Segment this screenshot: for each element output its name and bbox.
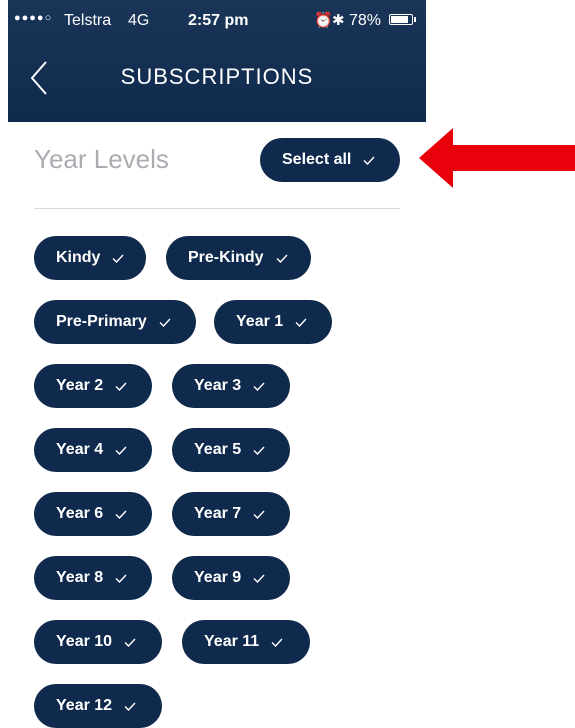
check-icon [115, 446, 127, 455]
check-icon [295, 318, 307, 327]
year-level-label: Year 2 [56, 377, 104, 394]
year-level-chip[interactable]: Year 3 [172, 364, 290, 408]
alarm-icon: ⏰ [314, 12, 333, 29]
year-level-chip[interactable]: Year 7 [172, 492, 290, 536]
network-type: 4G [128, 12, 150, 29]
red-arrow-annotation [419, 128, 575, 188]
select-all-label: Select all [282, 151, 352, 168]
battery-icon [389, 14, 416, 25]
bluetooth-icon: ✱ [332, 12, 345, 29]
carrier-name: Telstra [64, 12, 112, 29]
year-level-chip[interactable]: Pre-Kindy [166, 236, 311, 280]
page-title: SUBSCRIPTIONS [120, 64, 314, 89]
year-level-chip[interactable]: Year 12 [34, 684, 162, 728]
check-icon [363, 156, 375, 165]
year-level-label: Year 3 [194, 377, 242, 394]
year-level-chip[interactable]: Year 8 [34, 556, 152, 600]
check-icon [115, 510, 127, 519]
year-level-chip[interactable]: Year 11 [182, 620, 310, 664]
status-bar: ●●●●○ Telstra 4G 2:57 pm ⏰ ✱ 78% [8, 0, 426, 42]
check-icon [115, 382, 127, 391]
year-level-chip[interactable]: Pre-Primary [34, 300, 196, 344]
year-level-chip[interactable]: Year 6 [34, 492, 152, 536]
check-icon [159, 318, 171, 327]
year-level-chip[interactable]: Year 5 [172, 428, 290, 472]
check-icon [124, 702, 136, 711]
year-level-chip[interactable]: Year 2 [34, 364, 152, 408]
check-icon [124, 638, 136, 647]
battery-percentage: 78% [349, 12, 382, 29]
year-level-label: Year 7 [194, 505, 242, 522]
check-icon [115, 574, 127, 583]
year-level-label: Year 12 [56, 697, 113, 714]
year-level-label: Year 6 [56, 505, 104, 522]
check-icon [253, 382, 265, 391]
year-level-chip[interactable]: Year 1 [214, 300, 332, 344]
year-level-label: Year 1 [236, 313, 284, 330]
year-level-label: Year 10 [56, 633, 113, 650]
check-icon [253, 510, 265, 519]
check-icon [253, 446, 265, 455]
year-level-label: Year 4 [56, 441, 104, 458]
year-level-chip[interactable]: Kindy [34, 236, 146, 280]
year-level-chip[interactable]: Year 4 [34, 428, 152, 472]
app-header: ●●●●○ Telstra 4G 2:57 pm ⏰ ✱ 78% SUBSCRI… [8, 0, 426, 122]
check-icon [271, 638, 283, 647]
year-level-chip[interactable]: Year 10 [34, 620, 162, 664]
select-all-button[interactable]: Select all [260, 138, 400, 182]
check-icon [112, 254, 124, 263]
section-title: Year Levels [34, 144, 169, 174]
year-level-label: Year 8 [56, 569, 104, 586]
year-level-label: Year 11 [204, 633, 260, 650]
year-level-label: Pre-Kindy [188, 249, 264, 266]
check-icon [253, 574, 265, 583]
year-level-label: Pre-Primary [56, 313, 147, 330]
year-level-label: Year 9 [194, 569, 242, 586]
check-icon [276, 254, 288, 263]
year-level-label: Kindy [56, 249, 101, 266]
divider [34, 208, 400, 209]
year-level-chip[interactable]: Year 9 [172, 556, 290, 600]
signal-strength: ●●●●○ [14, 12, 53, 24]
year-level-label: Year 5 [194, 441, 242, 458]
phone-screen: ●●●●○ Telstra 4G 2:57 pm ⏰ ✱ 78% SUBSCRI… [8, 0, 426, 728]
clock-time: 2:57 pm [188, 12, 249, 29]
